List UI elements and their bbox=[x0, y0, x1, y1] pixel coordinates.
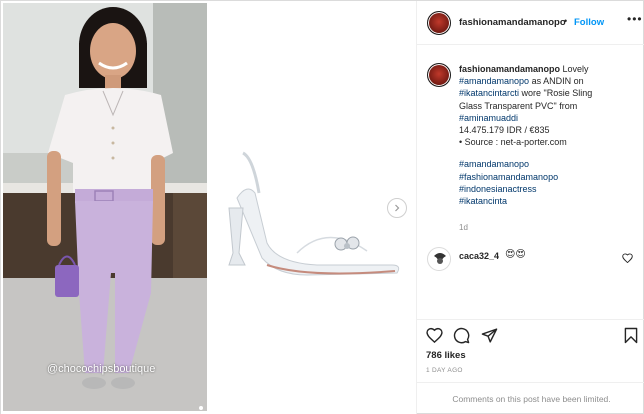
comments-limited-notice: Comments on this post have been limited. bbox=[417, 382, 644, 414]
chevron-right-icon bbox=[395, 204, 400, 212]
caption-avatar[interactable] bbox=[427, 63, 451, 87]
comment-text: 😍😍 bbox=[505, 249, 526, 260]
author-username[interactable]: fashionamandamanopo bbox=[459, 17, 566, 28]
post-media[interactable]: @chocochipsboutique bbox=[1, 1, 416, 414]
comment-item: caca32_4 😍😍 bbox=[417, 245, 644, 275]
hashtag-link[interactable]: #indonesianactress bbox=[459, 183, 639, 195]
hashtag-link[interactable]: #fashionamandamanopo bbox=[459, 171, 639, 183]
caption-section: fashionamandamanopo Lovely #amandamanopo… bbox=[417, 46, 644, 316]
instagram-post: @chocochipsboutique fashionamandamanopo … bbox=[0, 0, 644, 414]
price-text: 14.475.179 IDR / €835 bbox=[459, 125, 550, 136]
outfit-photo: @chocochipsboutique bbox=[3, 3, 207, 411]
follow-button[interactable]: Follow bbox=[574, 17, 604, 28]
post-caption: fashionamandamanopo Lovely #amandamanopo… bbox=[459, 63, 639, 207]
commenter-avatar[interactable] bbox=[427, 247, 451, 271]
hashtag-link[interactable]: #aminamuaddi bbox=[459, 112, 639, 124]
commenter-username[interactable]: caca32_4 bbox=[459, 251, 499, 261]
heart-icon[interactable] bbox=[622, 253, 633, 263]
comment-icon[interactable] bbox=[453, 327, 470, 344]
heart-icon[interactable] bbox=[426, 327, 443, 343]
separator-dot: • bbox=[564, 16, 568, 26]
post-timestamp[interactable]: 1 DAY AGO bbox=[426, 367, 463, 374]
hashtag-link[interactable]: #amandamanopo bbox=[459, 76, 529, 86]
more-options-icon[interactable]: ••• bbox=[627, 12, 643, 26]
hashtag-link[interactable]: #ikatancintarcti bbox=[459, 88, 519, 98]
post-header: fashionamandamanopo • Follow ••• bbox=[417, 1, 644, 45]
carousel-dot bbox=[199, 406, 203, 410]
hashtag-link[interactable]: #amandamanopo bbox=[459, 158, 639, 170]
post-sidebar: fashionamandamanopo • Follow ••• fashion… bbox=[416, 1, 644, 414]
hashtag-link[interactable]: #ikatancinta bbox=[459, 195, 639, 207]
caption-timestamp[interactable]: 1d bbox=[459, 223, 468, 232]
next-photo-button[interactable] bbox=[387, 198, 407, 218]
share-icon[interactable] bbox=[481, 327, 498, 344]
avatar[interactable] bbox=[427, 11, 451, 35]
action-bar bbox=[417, 319, 644, 349]
shoe-photo bbox=[207, 3, 416, 411]
caption-text: wore "Rosie Sling bbox=[519, 88, 593, 99]
caption-text: Lovely bbox=[562, 64, 589, 74]
source-text: • Source : net-a-porter.com bbox=[459, 137, 567, 148]
caption-text: as ANDIN on bbox=[529, 76, 584, 87]
watermark-text: @chocochipsboutique bbox=[47, 363, 156, 375]
likes-count[interactable]: 786 likes bbox=[426, 350, 466, 361]
caption-username[interactable]: fashionamandamanopo bbox=[459, 64, 560, 74]
caption-text: Glass Transparent PVC" from bbox=[459, 100, 578, 111]
bookmark-icon[interactable] bbox=[624, 327, 638, 344]
